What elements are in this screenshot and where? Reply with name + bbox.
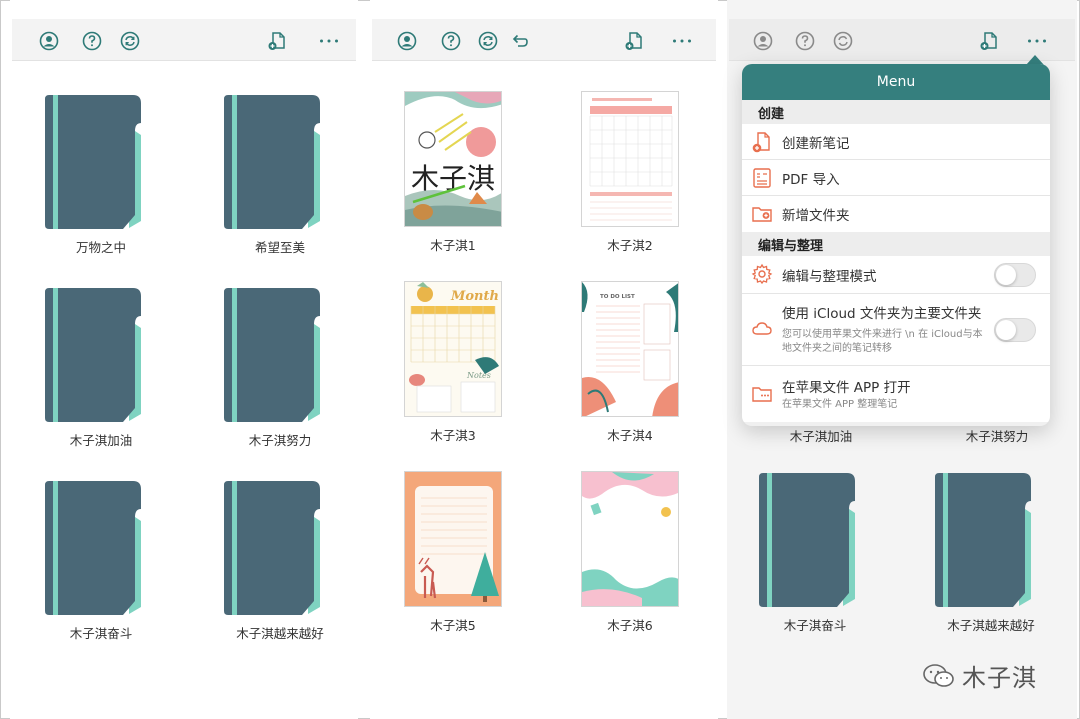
menu-item-pdf-import[interactable]: PDF 导入 — [742, 160, 1050, 196]
folder-label: 木子淇奋斗 — [783, 618, 847, 633]
folder[interactable]: 木子淇奋斗 — [45, 479, 157, 641]
new-note-icon[interactable] — [979, 31, 999, 51]
sync-icon[interactable] — [120, 31, 140, 51]
gear-icon — [751, 263, 773, 285]
folder[interactable]: 木子淇努力 — [224, 286, 336, 448]
watermark-text: 木子淇 — [962, 664, 1037, 692]
folder[interactable]: 木子淇越来越好 — [224, 479, 336, 641]
menu-group-create: 创建新笔记 PDF 导入 新增文件夹 — [742, 124, 1050, 232]
help-icon[interactable] — [795, 31, 815, 51]
new-note-icon[interactable] — [267, 31, 287, 51]
toolbar — [12, 19, 356, 61]
folder-label: 木子淇加油 — [789, 429, 853, 444]
menu-item-label: 新增文件夹 — [782, 208, 850, 224]
folder[interactable]: 万物之中 — [45, 93, 157, 255]
menu-item-label: 编辑与整理模式 — [782, 268, 877, 285]
menu-item-label: 在苹果文件 APP 打开 — [782, 380, 911, 396]
pdf-import-icon — [751, 167, 773, 189]
new-note-icon — [751, 131, 773, 153]
sync-icon[interactable] — [833, 31, 853, 51]
cloud-icon — [751, 318, 773, 340]
cover-notes-title: Notes — [466, 371, 491, 380]
help-icon[interactable] — [441, 31, 461, 51]
menu-item-label: 使用 iCloud 文件夹为主要文件夹 — [782, 306, 982, 322]
more-icon[interactable] — [317, 31, 341, 51]
notebook-label: 木子淇3 — [430, 428, 476, 443]
folder-label: 万物之中 — [75, 240, 126, 255]
notebook-label: 木子淇6 — [607, 618, 653, 633]
folder-label: 木子淇越来越好 — [947, 618, 1035, 633]
menu-item-sublabel: 您可以使用苹果文件来进行 \n 在 iCloud与本地文件夹之间的笔记转移 — [782, 329, 983, 354]
menu-item-new-folder[interactable]: 新增文件夹 — [742, 196, 1050, 232]
notebook-cover — [581, 91, 679, 227]
folder-icon — [45, 95, 141, 229]
watermark: 木子淇 — [922, 658, 1037, 693]
folder-label: 木子淇努力 — [248, 433, 312, 448]
sync-icon[interactable] — [478, 31, 498, 51]
new-folder-icon — [751, 203, 773, 225]
folder-icon — [224, 481, 320, 615]
notebook-cover — [581, 471, 679, 607]
menu-section-create: 创建 — [742, 100, 1050, 124]
folder-label: 希望至美 — [254, 240, 305, 255]
account-icon[interactable] — [39, 31, 59, 51]
notebook-label: 木子淇1 — [430, 238, 476, 253]
menu-item-edit-mode[interactable]: 编辑与整理模式 — [742, 256, 1050, 294]
icloud-toggle[interactable] — [994, 318, 1036, 342]
edit-mode-toggle[interactable] — [994, 262, 1036, 287]
more-icon[interactable] — [1025, 31, 1049, 51]
folder-share-icon — [751, 383, 773, 405]
account-icon[interactable] — [753, 31, 773, 51]
folder-label: 木子淇加油 — [69, 433, 133, 448]
folder-label: 木子淇努力 — [965, 429, 1029, 444]
notebook-cover: TO DO LIST — [581, 281, 679, 417]
menu-group-edit: 编辑与整理模式 使用 iCloud 文件夹为主要文件夹 您可以使用苹果文件来进行… — [742, 256, 1050, 422]
notebook[interactable]: 木子淇2 — [581, 91, 679, 253]
notebook-cover — [404, 471, 502, 607]
new-note-icon[interactable] — [624, 31, 644, 51]
cover-month-title: Month — [450, 289, 499, 304]
account-icon[interactable] — [397, 31, 417, 51]
folder-icon — [224, 95, 320, 229]
menu-section-edit: 编辑与整理 — [742, 232, 1050, 256]
toolbar — [729, 19, 1075, 61]
folder-icon — [45, 288, 141, 422]
notebook[interactable]: 木子淇 木子淇1 — [404, 91, 502, 253]
menu-title: Menu — [742, 64, 1050, 100]
notebook-label: 木子淇2 — [607, 238, 653, 253]
folder-icon — [45, 481, 141, 615]
menu-popup: Menu 创建 创建新笔记 PDF 导入 新增文件夹 编辑与整理 编辑与整理模式… — [742, 64, 1050, 426]
notebook-cover: 木子淇 — [404, 91, 502, 227]
folder[interactable]: 木子淇越来越好 — [935, 471, 1047, 633]
notebook-label: 木子淇4 — [607, 428, 653, 443]
menu-item-label: PDF 导入 — [782, 171, 840, 188]
folder-icon — [759, 473, 855, 607]
cover-todo-title: TO DO LIST — [600, 294, 635, 300]
folder[interactable]: 希望至美 — [224, 93, 336, 255]
wechat-icon — [923, 663, 954, 687]
notebook-label: 木子淇5 — [430, 618, 476, 633]
toolbar — [372, 19, 716, 61]
menu-item-sublabel: 在苹果文件 APP 整理笔记 — [782, 399, 898, 410]
notebook[interactable]: TO DO LIST 木子淇4 — [581, 281, 679, 443]
folder[interactable]: 木子淇奋斗 — [759, 471, 871, 633]
folder-icon — [224, 288, 320, 422]
menu-item-new-note[interactable]: 创建新笔记 — [742, 124, 1050, 160]
notebook[interactable]: 木子淇6 — [581, 471, 679, 633]
back-icon[interactable] — [510, 31, 530, 51]
folder-label: 木子淇奋斗 — [69, 626, 133, 641]
menu-item-open-files[interactable]: 在苹果文件 APP 打开 在苹果文件 APP 整理笔记 — [742, 366, 1050, 422]
folder-label: 木子淇越来越好 — [236, 626, 324, 641]
menu-item-label: 创建新笔记 — [782, 135, 850, 152]
notebook[interactable]: Month Notes 木子淇3 — [404, 281, 502, 443]
folder-view-panel: 万物之中 希望至美 木子淇加油 木子淇努力 木子淇奋斗 木子淇越来越好 — [10, 0, 358, 719]
help-icon[interactable] — [82, 31, 102, 51]
notebook[interactable]: 木子淇5 — [404, 471, 502, 633]
folder-icon — [935, 473, 1031, 607]
menu-item-icloud[interactable]: 使用 iCloud 文件夹为主要文件夹 您可以使用苹果文件来进行 \n 在 iC… — [742, 294, 1050, 366]
more-icon[interactable] — [670, 31, 694, 51]
notebook-cover: Month Notes — [404, 281, 502, 417]
folder[interactable]: 木子淇加油 — [45, 286, 157, 448]
notebook-view-panel: 木子淇 木子淇1 木子淇2 Month Notes 木子淇3 TO DO LIS… — [370, 0, 718, 719]
